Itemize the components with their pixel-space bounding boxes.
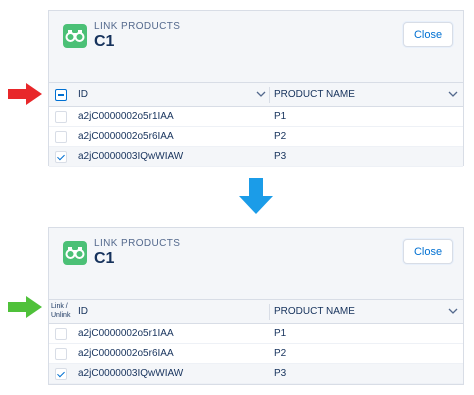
product-name: P1 — [274, 111, 287, 122]
product-name: P1 — [274, 328, 287, 339]
product-id: a2jC0000003IQwWIAW — [78, 368, 184, 379]
link-products-panel-before: LINK PRODUCTS C1 Close ID PRODUCT NAME a… — [48, 10, 464, 167]
close-button[interactable]: Close — [403, 22, 453, 47]
right-arrow-icon — [8, 83, 42, 105]
table-header: ID PRODUCT NAME — [49, 83, 463, 107]
product-name: P2 — [274, 131, 287, 142]
product-name: P2 — [274, 348, 287, 359]
table-header: Link / Unlink ID PRODUCT NAME — [49, 300, 463, 324]
right-arrow-icon — [8, 296, 42, 318]
product-name: P3 — [274, 151, 287, 162]
product-id: a2jC0000002o5r6IAA — [78, 348, 174, 359]
table-row[interactable]: a2jC0000002o5r6IAA P2 — [49, 344, 463, 364]
down-arrow-icon — [239, 178, 273, 214]
table-row[interactable]: a2jC0000003IQwWIAW P3 — [49, 364, 463, 384]
link-unlink-label: Link / Unlink — [51, 303, 71, 319]
column-header-id[interactable]: ID — [78, 83, 88, 107]
product-id: a2jC0000003IQwWIAW — [78, 151, 184, 162]
table-row[interactable]: a2jC0000002o5r1IAA P1 — [49, 107, 463, 127]
row-checkbox-checked[interactable] — [55, 368, 67, 380]
chevron-down-icon[interactable] — [255, 88, 267, 100]
header-kicker: LINK PRODUCTS — [94, 21, 181, 32]
panel-header: LINK PRODUCTS C1 Close — [49, 11, 463, 83]
row-checkbox[interactable] — [55, 111, 67, 123]
column-header-id[interactable]: ID — [78, 300, 88, 324]
product-name: P3 — [274, 368, 287, 379]
chevron-down-icon[interactable] — [447, 88, 459, 100]
chevron-down-icon[interactable] — [447, 305, 459, 317]
row-checkbox[interactable] — [55, 328, 67, 340]
row-checkbox-checked[interactable] — [55, 151, 67, 163]
header-title: C1 — [94, 33, 115, 50]
table-row[interactable]: a2jC0000003IQwWIAW P3 — [49, 147, 463, 167]
select-all-checkbox[interactable] — [55, 89, 67, 101]
panel-header: LINK PRODUCTS C1 Close — [49, 228, 463, 300]
column-divider — [269, 87, 270, 103]
column-divider — [269, 304, 270, 320]
header-title: C1 — [94, 250, 115, 267]
column-header-product-name[interactable]: PRODUCT NAME — [274, 300, 355, 324]
table-row[interactable]: a2jC0000002o5r1IAA P1 — [49, 324, 463, 344]
link-products-panel-after: LINK PRODUCTS C1 Close Link / Unlink ID P… — [48, 227, 464, 385]
table-row[interactable]: a2jC0000002o5r6IAA P2 — [49, 127, 463, 147]
column-header-product-name[interactable]: PRODUCT NAME — [274, 83, 355, 107]
product-id: a2jC0000002o5r1IAA — [78, 328, 174, 339]
binoculars-icon — [63, 24, 87, 48]
close-button[interactable]: Close — [403, 239, 453, 264]
binoculars-icon — [63, 241, 87, 265]
row-checkbox[interactable] — [55, 348, 67, 360]
product-id: a2jC0000002o5r1IAA — [78, 111, 174, 122]
product-id: a2jC0000002o5r6IAA — [78, 131, 174, 142]
row-checkbox[interactable] — [55, 131, 67, 143]
header-kicker: LINK PRODUCTS — [94, 238, 181, 249]
